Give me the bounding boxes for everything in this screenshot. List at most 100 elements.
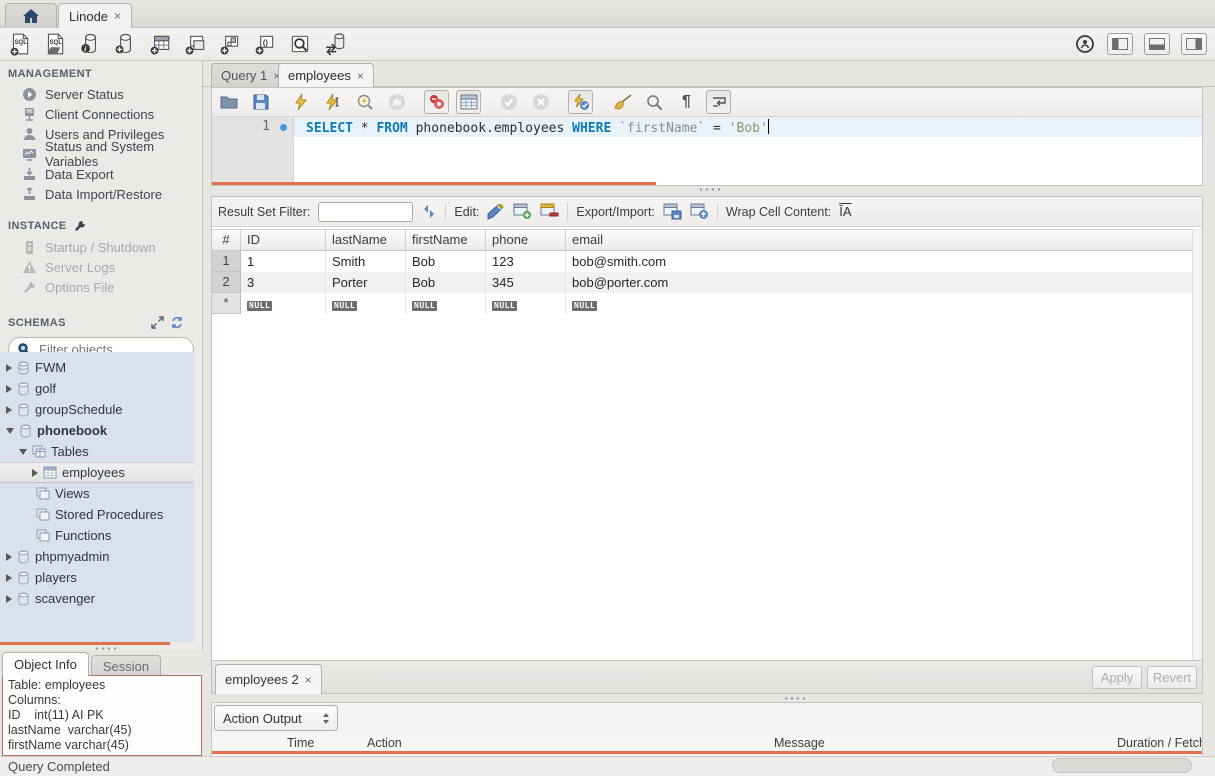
cell-id-null[interactable]: NULL xyxy=(241,293,326,314)
grid-row-1[interactable]: 1 1 Smith Bob 123 bob@smith.com xyxy=(212,251,1192,272)
inspect-database-icon[interactable]: i xyxy=(78,32,102,56)
toggle-stop-on-error-button[interactable] xyxy=(424,90,449,114)
rollback-button[interactable] xyxy=(528,90,553,114)
sidebar-item-data-import[interactable]: Data Import/Restore xyxy=(0,184,202,204)
toggle-bottom-panel-button[interactable] xyxy=(1144,33,1170,55)
edit-record-icon[interactable] xyxy=(487,204,505,220)
cell-email-null[interactable]: NULL xyxy=(566,293,1192,314)
beautify-script-button[interactable] xyxy=(610,90,635,114)
cell-phone-null[interactable]: NULL xyxy=(486,293,566,314)
output-column-message[interactable]: Message xyxy=(774,736,825,750)
explain-plan-button[interactable] xyxy=(352,90,377,114)
refresh-schemas-icon[interactable] xyxy=(170,316,184,329)
chevron-down-icon[interactable] xyxy=(6,428,14,434)
create-function-icon[interactable]: () xyxy=(253,32,277,56)
toggle-word-wrap-button[interactable] xyxy=(706,90,731,114)
sidebar-item-startup-shutdown[interactable]: Startup / Shutdown xyxy=(0,237,202,257)
chevron-right-icon[interactable] xyxy=(6,406,12,414)
create-schema-icon[interactable] xyxy=(113,32,137,56)
insert-row-icon[interactable] xyxy=(513,203,532,220)
data-transfer-wizard-icon[interactable] xyxy=(323,32,347,56)
sidebar-item-client-connections[interactable]: Client Connections xyxy=(0,104,202,124)
search-table-data-icon[interactable] xyxy=(288,32,312,56)
cell-lastname[interactable]: Porter xyxy=(326,272,406,293)
tab-employees-2[interactable]: employees 2× xyxy=(215,664,322,694)
sidebar-splitter-grip[interactable] xyxy=(94,647,116,650)
open-sql-script-icon[interactable]: SQL xyxy=(43,32,67,56)
commit-button[interactable] xyxy=(496,90,521,114)
toggle-left-panel-button[interactable] xyxy=(1107,33,1133,55)
apply-button[interactable]: Apply xyxy=(1092,666,1142,689)
limit-rows-button[interactable] xyxy=(456,90,481,114)
revert-button[interactable]: Revert xyxy=(1147,666,1197,689)
row-number-cell[interactable]: * xyxy=(212,293,241,314)
find-button[interactable] xyxy=(642,90,667,114)
cell-firstname-null[interactable]: NULL xyxy=(406,293,486,314)
new-sql-editor-icon[interactable]: SQL xyxy=(8,32,32,56)
toggle-invisible-characters-button[interactable]: ¶ xyxy=(674,90,699,114)
chevron-right-icon[interactable] xyxy=(6,364,12,372)
cell-id[interactable]: 3 xyxy=(241,272,326,293)
grid-new-row[interactable]: * NULL NULL NULL NULL NULL xyxy=(212,293,1192,314)
tree-item-schema-phpmyadmin[interactable]: phpmyadmin xyxy=(0,546,194,567)
tree-item-schema-fwm[interactable]: FWM xyxy=(0,357,194,378)
tree-item-schema-groupschedule[interactable]: groupSchedule xyxy=(0,399,194,420)
delete-row-icon[interactable] xyxy=(540,203,559,220)
stop-query-button[interactable] xyxy=(384,90,409,114)
chevron-right-icon[interactable] xyxy=(6,595,12,603)
grid-row-2[interactable]: 2 3 Porter Bob 345 bob@porter.com xyxy=(212,272,1192,293)
chevron-down-icon[interactable] xyxy=(19,449,27,455)
tree-item-stored-procedures-folder[interactable]: Stored Procedures xyxy=(0,504,194,525)
sidebar-item-server-status[interactable]: Server Status xyxy=(0,84,202,104)
cell-lastname[interactable]: Smith xyxy=(326,251,406,272)
sidebar-item-status-system-variables[interactable]: Status and System Variables xyxy=(0,144,202,164)
create-table-icon[interactable] xyxy=(148,32,172,56)
column-header-lastname[interactable]: lastName xyxy=(326,230,406,250)
open-sql-file-button[interactable] xyxy=(216,90,241,114)
tree-item-views-folder[interactable]: Views xyxy=(0,483,194,504)
row-number-cell[interactable]: 2 xyxy=(212,272,241,293)
output-column-action[interactable]: Action xyxy=(367,736,402,750)
column-header-id[interactable]: ID xyxy=(241,230,326,250)
tree-item-schema-golf[interactable]: golf xyxy=(0,378,194,399)
wrap-cell-content-icon[interactable]: ĪA xyxy=(839,204,851,219)
column-header-email[interactable]: email xyxy=(566,230,1192,250)
execute-query-button[interactable] xyxy=(288,90,313,114)
tab-object-info[interactable]: Object Info xyxy=(2,652,89,676)
tree-item-schema-phonebook[interactable]: phonebook xyxy=(0,420,194,441)
close-tab-icon[interactable]: × xyxy=(357,69,364,83)
tree-item-functions-folder[interactable]: Functions xyxy=(0,525,194,546)
connection-tab-linode[interactable]: Linode × xyxy=(58,3,132,28)
chevron-right-icon[interactable] xyxy=(6,553,12,561)
expand-panel-icon[interactable] xyxy=(151,316,164,329)
horizontal-scrollbar-thumb[interactable] xyxy=(1052,758,1192,773)
export-recordset-icon[interactable] xyxy=(663,203,682,220)
create-view-icon[interactable] xyxy=(183,32,207,56)
create-procedure-icon[interactable] xyxy=(218,32,242,56)
sidebar-item-options-file[interactable]: Options File xyxy=(0,277,202,297)
close-tab-icon[interactable]: × xyxy=(114,9,121,23)
output-type-select[interactable]: Action Output xyxy=(214,705,338,731)
column-header-phone[interactable]: phone xyxy=(486,230,566,250)
tree-item-table-employees[interactable]: employees xyxy=(0,462,194,483)
tree-item-tables-folder[interactable]: Tables xyxy=(0,441,194,462)
cell-phone[interactable]: 123 xyxy=(486,251,566,272)
import-recordset-icon[interactable] xyxy=(690,203,709,220)
output-column-time[interactable]: Time xyxy=(287,736,314,750)
toggle-right-panel-button[interactable] xyxy=(1181,33,1207,55)
chevron-right-icon[interactable] xyxy=(6,385,12,393)
cell-email[interactable]: bob@porter.com xyxy=(566,272,1192,293)
refresh-results-icon[interactable] xyxy=(421,204,437,219)
tree-item-schema-players[interactable]: players xyxy=(0,567,194,588)
cell-firstname[interactable]: Bob xyxy=(406,251,486,272)
output-column-duration[interactable]: Duration / Fetch xyxy=(1117,736,1203,750)
grid-vertical-scrollbar[interactable] xyxy=(1192,229,1202,660)
sql-editor[interactable]: 1 SELECT * FROM phonebook.employees WHER… xyxy=(212,117,1202,185)
cell-phone[interactable]: 345 xyxy=(486,272,566,293)
result-filter-input[interactable] xyxy=(318,202,413,222)
tab-employees[interactable]: employees× xyxy=(278,63,374,87)
sql-statement[interactable]: SELECT * FROM phonebook.employees WHERE … xyxy=(306,119,769,136)
tab-session[interactable]: Session xyxy=(91,655,161,676)
cell-email[interactable]: bob@smith.com xyxy=(566,251,1192,272)
editor-splitter-grip[interactable] xyxy=(698,188,720,191)
